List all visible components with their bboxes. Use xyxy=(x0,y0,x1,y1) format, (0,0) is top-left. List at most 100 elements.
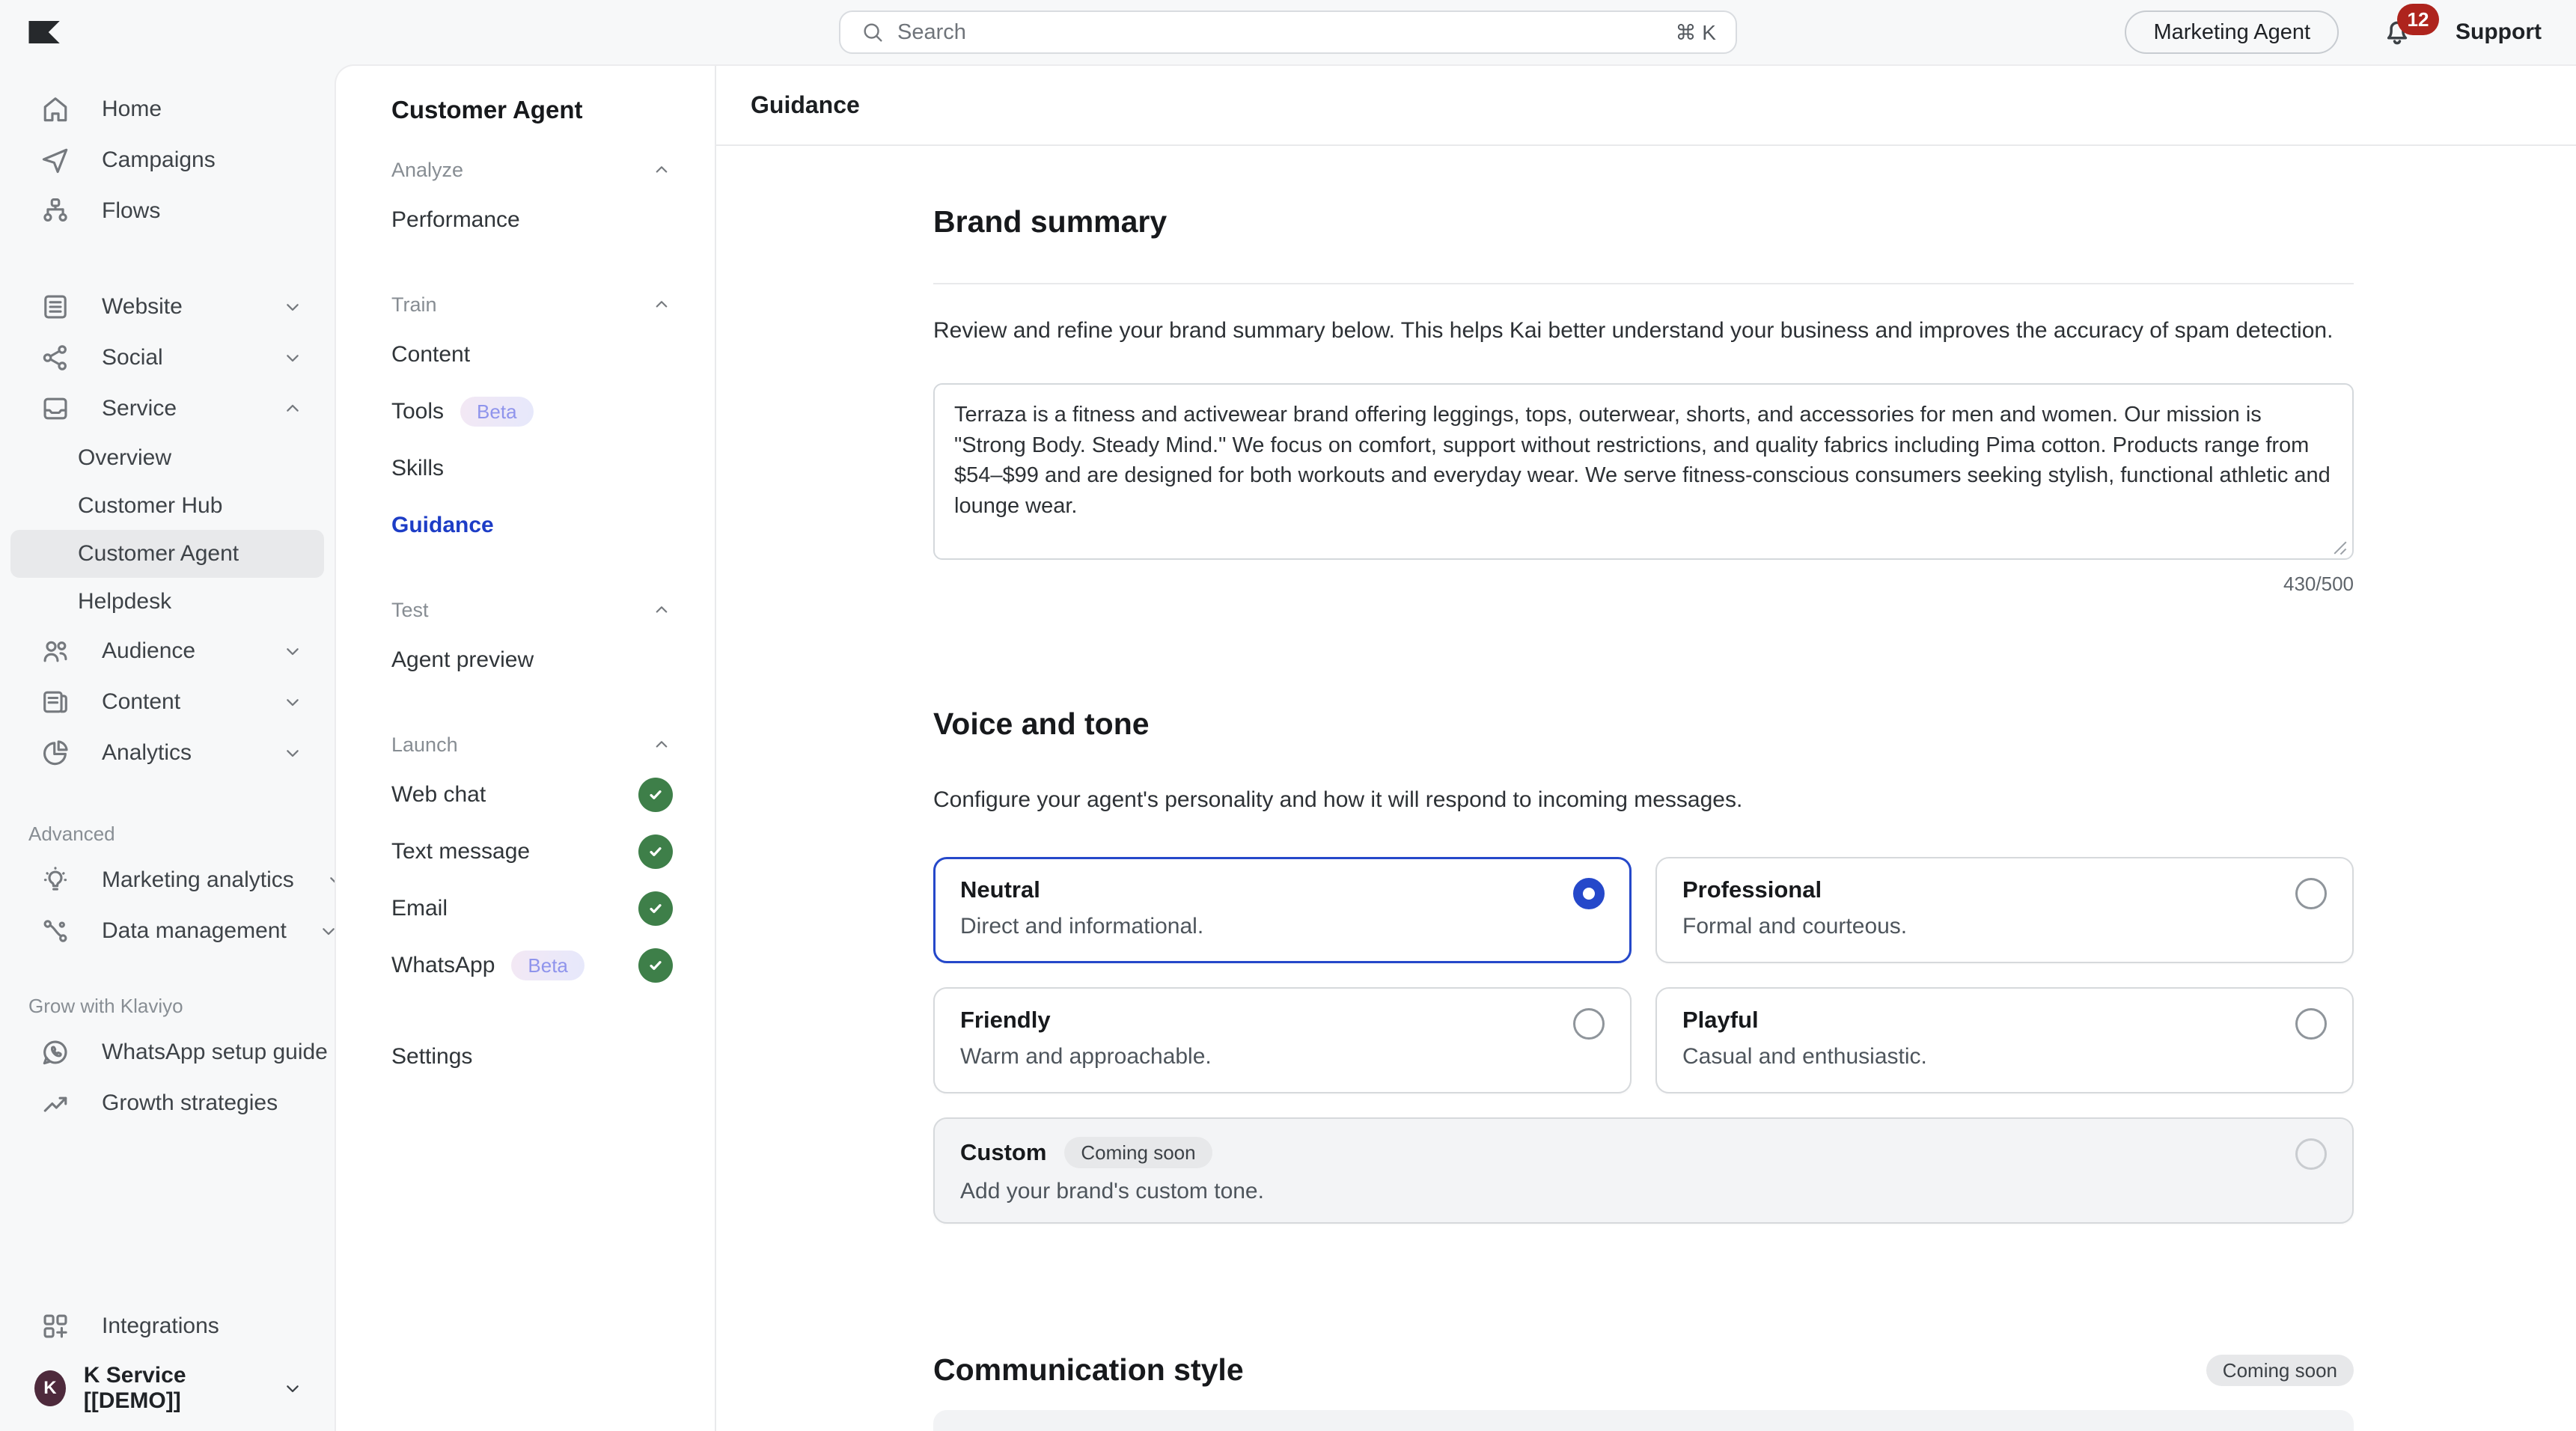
radio-unselected-icon[interactable] xyxy=(2295,1008,2327,1040)
sidebar-item-customer-hub[interactable]: Customer Hub xyxy=(10,482,324,530)
support-link[interactable]: Support xyxy=(2456,19,2542,45)
subnav-item-performance[interactable]: Performance xyxy=(391,192,673,248)
sidebar-section-grow: Grow with Klaviyo xyxy=(0,991,335,1021)
radio-unselected-icon[interactable] xyxy=(2295,878,2327,909)
subnav-item-agent-preview[interactable]: Agent preview xyxy=(391,632,673,689)
subnav-item-email[interactable]: Email xyxy=(391,880,673,937)
voice-tone-description: Configure your agent's personality and h… xyxy=(933,784,2354,817)
account-avatar: K xyxy=(34,1370,66,1406)
page-title: Guidance xyxy=(716,66,2576,146)
sidebar-item-audience[interactable]: Audience xyxy=(10,626,324,677)
sidebar-item-social[interactable]: Social xyxy=(10,332,324,383)
tone-option-playful[interactable]: Playful Casual and enthusiastic. xyxy=(1655,987,2354,1093)
document-icon xyxy=(39,290,72,323)
sidebar-item-website[interactable]: Website xyxy=(10,281,324,332)
sidebar-item-marketing-analytics[interactable]: Marketing analytics xyxy=(10,855,324,906)
brand-summary-heading: Brand summary xyxy=(933,204,2354,239)
coming-soon-badge: Coming soon xyxy=(2206,1355,2354,1386)
tone-option-professional[interactable]: Professional Formal and courteous. xyxy=(1655,857,2354,963)
subnav-title: Customer Agent xyxy=(391,91,673,129)
group-label: Train xyxy=(391,293,437,317)
whatsapp-icon xyxy=(39,1036,72,1069)
chevron-up-icon xyxy=(281,397,305,421)
sidebar-item-service[interactable]: Service xyxy=(10,383,324,434)
group-label: Test xyxy=(391,599,429,622)
search-icon xyxy=(860,19,885,45)
sidebar-item-customer-agent[interactable]: Customer Agent xyxy=(10,530,324,578)
chevron-down-icon xyxy=(281,690,305,714)
guidance-panel: Guidance Brand summary Review and refine… xyxy=(716,66,2576,1431)
subnav-group-train: Train Content Tools Beta Skills Guidance xyxy=(391,283,673,554)
topbar: ⌘ K Marketing Agent 12 Support xyxy=(0,0,2576,64)
chevron-down-icon xyxy=(281,741,305,765)
check-circle-icon xyxy=(638,948,673,983)
share-icon xyxy=(39,341,72,374)
news-icon xyxy=(39,686,72,718)
group-label: Launch xyxy=(391,733,458,757)
home-icon xyxy=(39,93,72,126)
sidebar-item-flows[interactable]: Flows xyxy=(10,186,324,237)
tone-option-neutral[interactable]: Neutral Direct and informational. xyxy=(933,857,1632,963)
chevron-up-icon[interactable] xyxy=(650,159,673,181)
subnav-item-guidance[interactable]: Guidance xyxy=(391,497,673,554)
chevron-down-icon xyxy=(281,346,305,370)
pie-chart-icon xyxy=(39,736,72,769)
chevron-up-icon[interactable] xyxy=(650,293,673,316)
brand-summary-textarea[interactable]: Terraza is a fitness and activewear bran… xyxy=(933,383,2354,560)
users-icon xyxy=(39,635,72,668)
chevron-up-icon[interactable] xyxy=(650,599,673,621)
tone-options: Neutral Direct and informational. Profes… xyxy=(933,857,2354,1224)
check-circle-icon xyxy=(638,835,673,869)
sidebar-item-content[interactable]: Content xyxy=(10,677,324,727)
guidance-body: Brand summary Review and refine your bra… xyxy=(716,147,2576,1431)
subnav-item-content[interactable]: Content xyxy=(391,326,673,383)
sidebar-item-campaigns[interactable]: Campaigns xyxy=(10,135,324,186)
beta-badge: Beta xyxy=(460,397,534,427)
sidebar-section-advanced: Advanced xyxy=(0,819,335,849)
radio-selected-icon[interactable] xyxy=(1573,878,1605,909)
radio-unselected-icon[interactable] xyxy=(1573,1008,1605,1040)
klaviyo-logo-icon[interactable] xyxy=(28,21,63,43)
subnav-item-web-chat[interactable]: Web chat xyxy=(391,766,673,823)
section-divider xyxy=(933,283,2354,284)
beta-badge: Beta xyxy=(511,951,585,980)
subnav-item-text-message[interactable]: Text message xyxy=(391,823,673,880)
sidebar-item-home[interactable]: Home xyxy=(10,84,324,135)
character-counter: 430/500 xyxy=(933,573,2354,596)
next-section-edge xyxy=(933,1410,2354,1431)
notification-count-badge: 12 xyxy=(2397,4,2439,35)
paper-plane-icon xyxy=(39,144,72,177)
chevron-up-icon[interactable] xyxy=(650,733,673,756)
notifications-button[interactable]: 12 xyxy=(2381,16,2414,49)
coming-soon-badge: Coming soon xyxy=(1064,1137,1212,1168)
subnav-item-tools[interactable]: Tools Beta xyxy=(391,383,673,440)
search-input[interactable] xyxy=(897,20,1664,45)
subnav-group-analyze: Analyze Performance xyxy=(391,148,673,248)
global-search[interactable]: ⌘ K xyxy=(839,10,1737,54)
subnav-group-test: Test Agent preview xyxy=(391,588,673,689)
sidebar-item-growth-strategies[interactable]: Growth strategies xyxy=(10,1078,324,1129)
group-label: Analyze xyxy=(391,159,463,182)
brand-summary-description: Review and refine your brand summary bel… xyxy=(933,314,2354,347)
sidebar-item-overview[interactable]: Overview xyxy=(10,434,324,482)
account-switcher[interactable]: K K Service [[DEMO]] xyxy=(10,1362,324,1415)
chevron-down-icon xyxy=(281,639,305,663)
sidebar-item-helpdesk[interactable]: Helpdesk xyxy=(10,578,324,626)
search-shortcut: ⌘ K xyxy=(1676,20,1716,45)
subnav-item-whatsapp[interactable]: WhatsApp Beta xyxy=(391,937,673,994)
sidebar-item-data-management[interactable]: Data management xyxy=(10,906,324,956)
account-name: K Service [[DEMO]] xyxy=(84,1363,263,1414)
tone-option-friendly[interactable]: Friendly Warm and approachable. xyxy=(933,987,1632,1093)
chevron-down-icon xyxy=(281,1376,305,1400)
marketing-agent-button[interactable]: Marketing Agent xyxy=(2125,10,2339,54)
sidebar-item-analytics[interactable]: Analytics xyxy=(10,727,324,778)
brand-summary-field-wrap: Terraza is a fitness and activewear bran… xyxy=(933,383,2354,564)
inbox-icon xyxy=(39,392,72,425)
sidebar-item-whatsapp-setup[interactable]: WhatsApp setup guide xyxy=(10,1027,324,1078)
sidebar-item-integrations[interactable]: Integrations xyxy=(10,1301,324,1352)
grid-plus-icon xyxy=(39,1310,72,1343)
radio-disabled-icon xyxy=(2295,1138,2327,1170)
subnav-item-settings[interactable]: Settings xyxy=(391,1028,673,1085)
subnav-item-skills[interactable]: Skills xyxy=(391,440,673,497)
check-circle-icon xyxy=(638,891,673,926)
